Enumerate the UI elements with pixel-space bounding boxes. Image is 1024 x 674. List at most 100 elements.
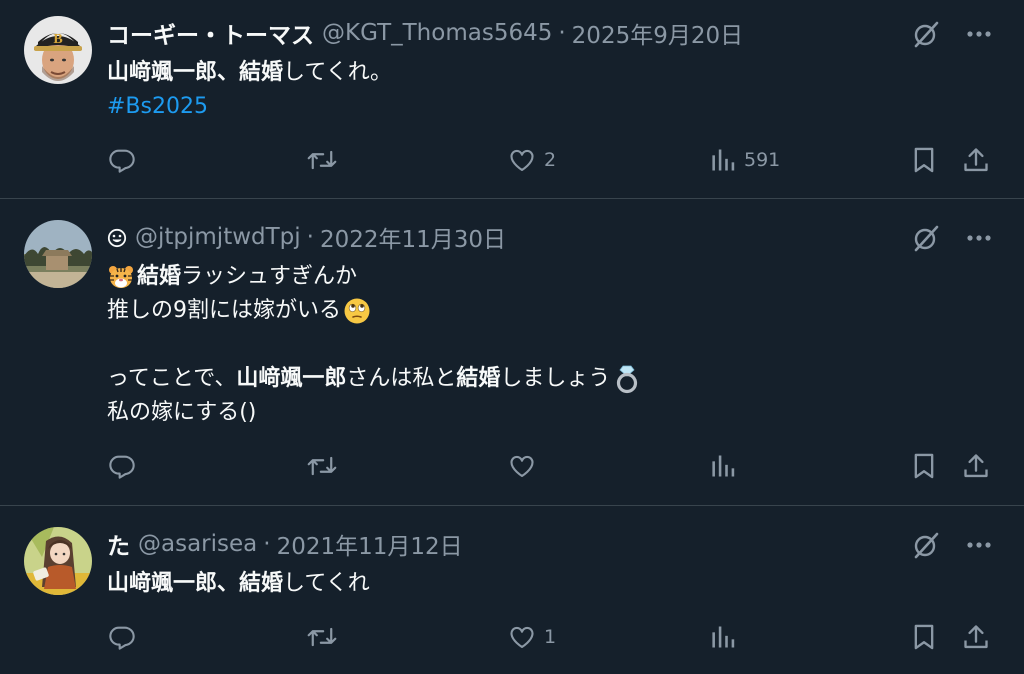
bold-text: 山﨑颯一郎 (107, 60, 218, 85)
like-icon (510, 455, 534, 477)
retweet-button[interactable] (307, 144, 337, 176)
timestamp[interactable]: 2021年11月12日 (277, 527, 463, 561)
share-icon (964, 148, 988, 172)
like-count: 2 (544, 149, 557, 171)
divider (0, 198, 1024, 199)
ring-icon (617, 365, 638, 394)
reply-icon (109, 149, 135, 173)
views-button[interactable] (710, 621, 744, 653)
retweet-icon (307, 627, 337, 647)
tweet[interactable]: た @asarisea · 2021年11月12日 山﨑颯一郎、結婚 してくれ 1 (0, 527, 1024, 674)
display-name[interactable] (107, 224, 127, 250)
handle[interactable]: @jtpjmjtwdTpj (135, 224, 301, 250)
tweet-header: コーギー・トーマス @KGT_Thomas5645 · 2025年9月20日 (107, 16, 743, 50)
tweet-actions: 2 591 (0, 144, 1024, 176)
like-count: 1 (544, 626, 557, 648)
tweet-text: 山﨑颯一郎、結婚 してくれ。 #Bs2025 (107, 56, 392, 124)
share-button[interactable] (962, 450, 990, 482)
views-button[interactable]: 591 (710, 144, 780, 176)
svg-text:B: B (53, 32, 62, 47)
share-button[interactable] (962, 144, 990, 176)
reply-button[interactable] (108, 144, 136, 176)
avatar[interactable] (24, 527, 92, 595)
share-icon (964, 454, 988, 478)
text-line: 私の嫁にする() (107, 396, 640, 430)
bookmark-button[interactable] (911, 450, 937, 482)
grok-icon[interactable] (912, 20, 940, 48)
timestamp[interactable]: 2022年11月30日 (320, 220, 506, 254)
timestamp[interactable]: 2025年9月20日 (572, 16, 743, 50)
text-line: ってことで、 山﨑颯一郎 さんは私と 結婚 しましょう (107, 362, 640, 396)
retweet-button[interactable] (307, 450, 337, 482)
handle[interactable]: @asarisea (138, 531, 257, 557)
avatar[interactable]: B (24, 16, 92, 84)
text-line: 山﨑颯一郎、結婚 してくれ。 (107, 56, 392, 90)
display-name[interactable]: た (107, 527, 130, 561)
text: 推しの9割には嫁がいる (107, 298, 341, 323)
tweet-top-actions (912, 20, 992, 48)
text: さんは私と (346, 366, 457, 391)
text-line: 山﨑颯一郎、結婚 してくれ (107, 567, 370, 601)
share-icon (964, 625, 988, 649)
bold-text: 結婚 (239, 60, 284, 85)
reply-button[interactable] (108, 621, 136, 653)
bold-text: 、 (217, 571, 240, 596)
more-icon[interactable] (966, 541, 992, 549)
bold-text: 結婚 (137, 264, 182, 289)
views-icon (712, 626, 735, 648)
display-name[interactable]: コーギー・トーマス (107, 16, 314, 50)
divider (0, 505, 1024, 506)
bold-text: 山﨑颯一郎 (236, 366, 347, 391)
like-icon (510, 149, 534, 171)
view-count: 591 (744, 149, 781, 171)
bold-text: 山﨑颯一郎 (107, 571, 218, 596)
tweet-actions: 1 (0, 621, 1024, 653)
more-icon[interactable] (966, 30, 992, 38)
text-line: 結婚 ラッシュすぎんか (107, 260, 640, 294)
bold-text: 結婚 (239, 571, 284, 596)
like-button[interactable]: 2 (508, 144, 556, 176)
more-icon[interactable] (966, 234, 992, 242)
separator: · (558, 20, 566, 46)
bold-text: 結婚 (456, 366, 501, 391)
tweet[interactable]: B コーギー・トーマス @KGT_Thomas5645 · 2025年9月20日… (0, 16, 1024, 198)
grok-icon[interactable] (912, 224, 940, 252)
retweet-icon (307, 456, 337, 476)
tweet-header: た @asarisea · 2021年11月12日 (107, 527, 463, 561)
like-button[interactable] (508, 450, 544, 482)
views-icon (712, 149, 735, 171)
like-icon (510, 626, 534, 648)
reply-button[interactable] (108, 450, 136, 482)
bookmark-button[interactable] (911, 144, 937, 176)
tweet-text: 山﨑颯一郎、結婚 してくれ (107, 567, 370, 601)
handle[interactable]: @KGT_Thomas5645 (322, 20, 552, 46)
text: 私の嫁にする() (107, 400, 257, 425)
bookmark-icon (914, 624, 934, 650)
hashtag-link[interactable]: #Bs2025 (107, 90, 208, 124)
tweet-top-actions (912, 531, 992, 559)
tweet-top-actions (912, 224, 992, 252)
smiley-icon (107, 228, 127, 247)
retweet-button[interactable] (307, 621, 337, 653)
tweet-actions (0, 450, 1024, 482)
tweet-header: @jtpjmjtwdTpj · 2022年11月30日 (107, 220, 506, 254)
tweet-text: 結婚 ラッシュすぎんか 推しの9割には嫁がいる ってことで、 山﨑颯一郎 さんは私と結… (107, 260, 640, 430)
text: しましょう (500, 366, 611, 391)
grok-icon[interactable] (912, 531, 940, 559)
separator: · (306, 224, 314, 250)
tweet[interactable]: @jtpjmjtwdTpj · 2022年11月30日 結婚 ラッシュすぎんか 推… (0, 220, 1024, 504)
text-line: 推しの9割には嫁がいる (107, 294, 640, 328)
reply-icon (109, 455, 135, 479)
bookmark-icon (914, 147, 934, 173)
views-button[interactable] (710, 450, 744, 482)
bookmark-button[interactable] (911, 621, 937, 653)
views-icon (712, 455, 735, 477)
reply-icon (109, 626, 135, 650)
avatar[interactable] (24, 220, 92, 288)
bold-text: 、 (217, 60, 240, 85)
share-button[interactable] (962, 621, 990, 653)
eye-roll-face-icon (344, 298, 370, 324)
text: ラッシュすぎんか (181, 264, 358, 289)
like-button[interactable]: 1 (508, 621, 556, 653)
